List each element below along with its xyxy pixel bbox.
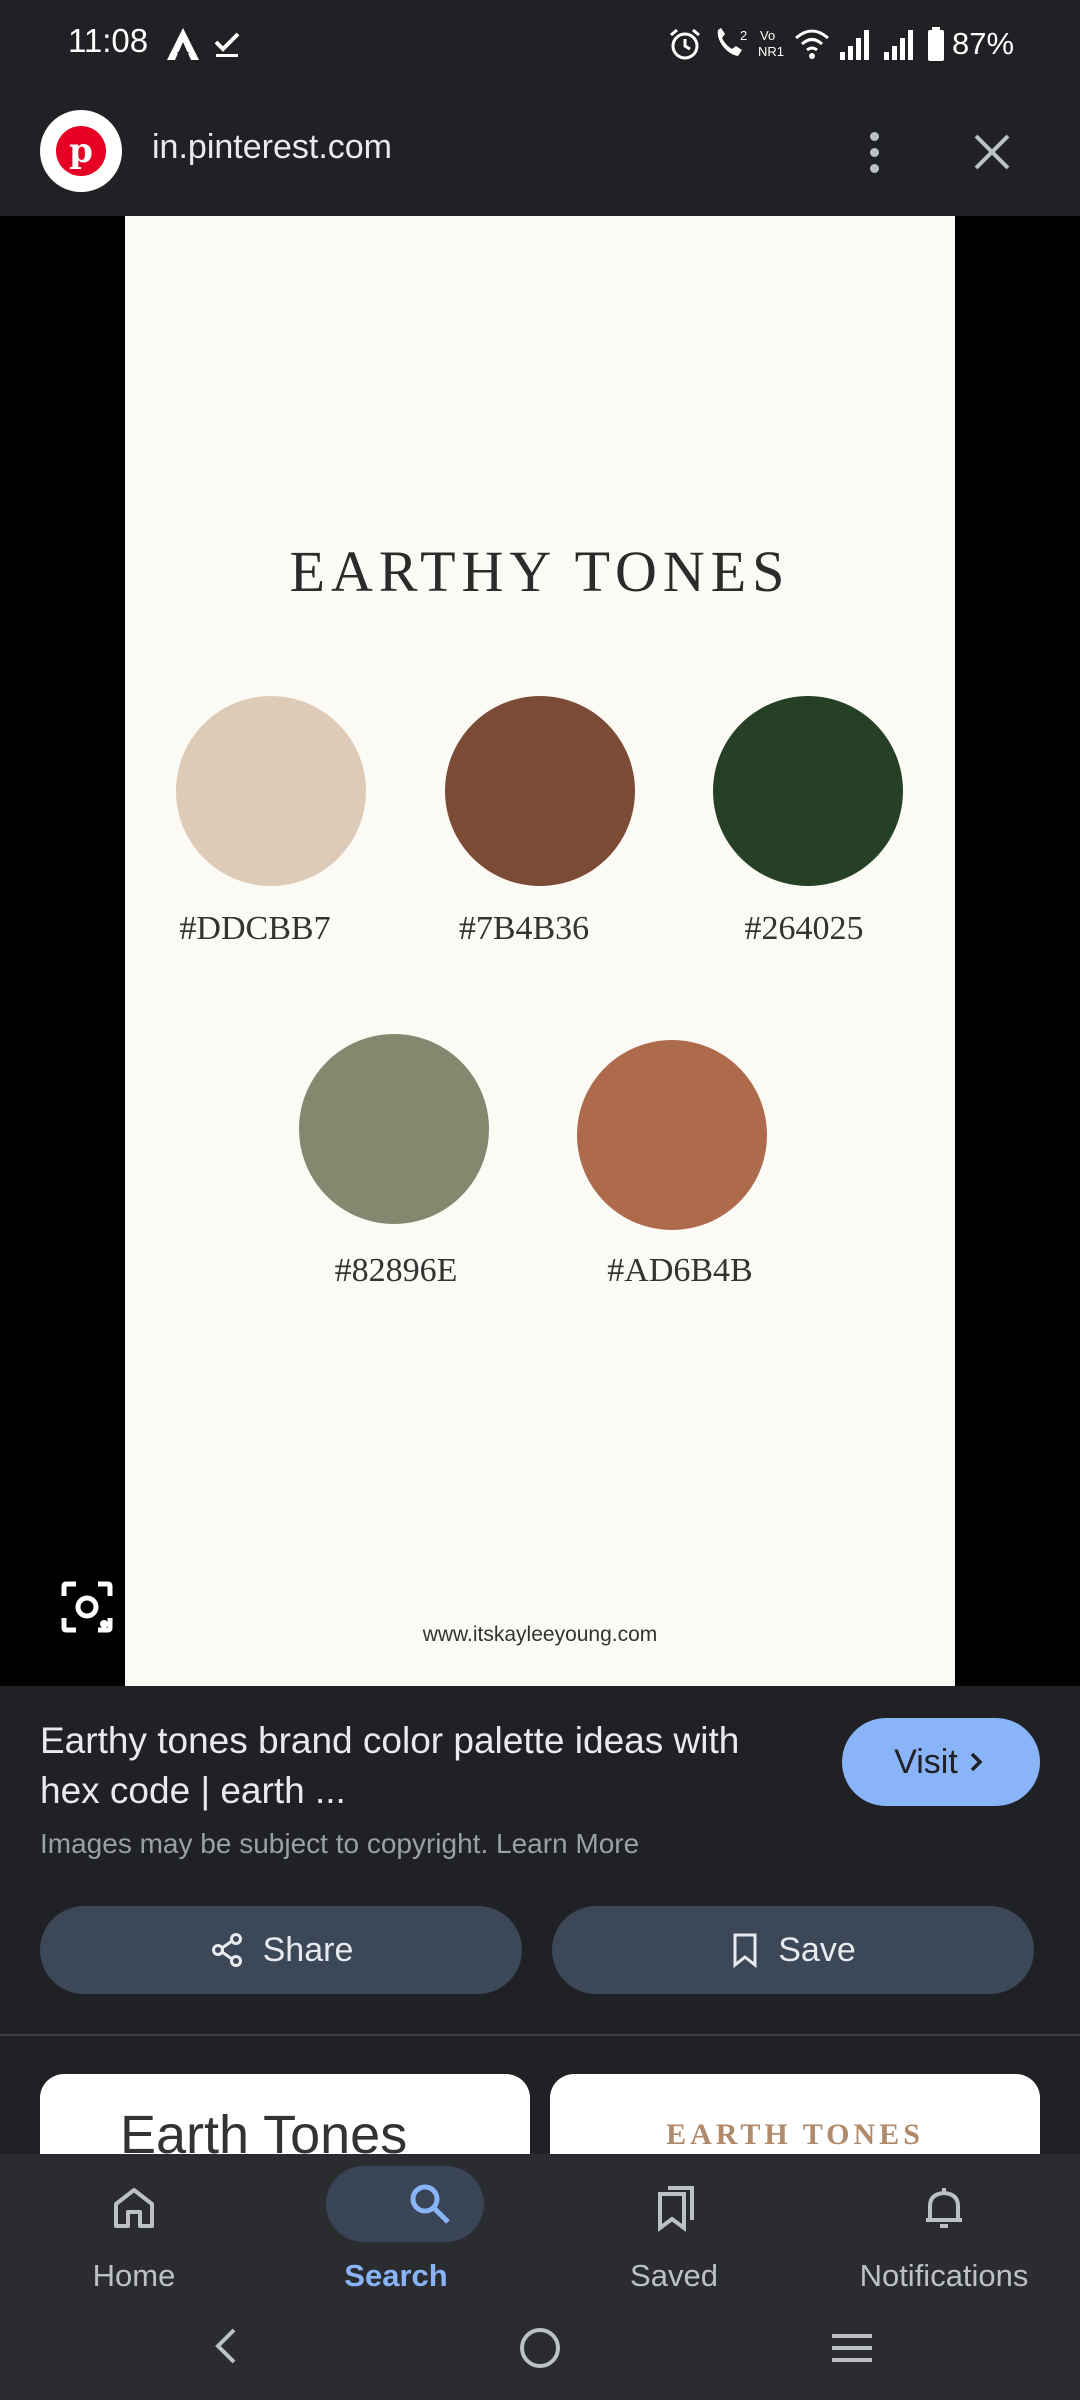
signal-icon: [840, 30, 869, 60]
recents-menu-icon[interactable]: [826, 2328, 878, 2368]
chevron-right-icon: [970, 1752, 983, 1772]
bell-icon: [926, 2188, 962, 2228]
nav-notifications-label: Notifications: [859, 2258, 1029, 2293]
svg-text:Vo: Vo: [760, 28, 775, 43]
copyright-notice[interactable]: Images may be subject to copyright. Lear…: [40, 1828, 639, 1860]
result-title[interactable]: Earthy tones brand color palette ideas w…: [40, 1716, 780, 1816]
pinterest-logo-icon: p: [40, 110, 122, 192]
image-source-url: www.itskayleeyoung.com: [422, 1623, 658, 1646]
signal-icon: [884, 30, 913, 60]
swatch-5-hex: #AD6B4B: [607, 1252, 753, 1289]
logo-letter: p: [56, 126, 106, 176]
nav-saved-label: Saved: [630, 2258, 718, 2293]
app-a-icon: [167, 28, 199, 60]
battery-icon: [928, 27, 944, 61]
visit-label: Visit: [894, 1742, 958, 1781]
status-bar: [0, 0, 1080, 88]
swatch-1-hex: #DDCBB7: [179, 910, 331, 947]
dot: [869, 163, 879, 173]
bookmark-icon: [733, 1933, 757, 1968]
save-button[interactable]: Save: [552, 1906, 1034, 1994]
swatch-4-hex: #82896E: [334, 1252, 458, 1289]
swatch-4: [299, 1034, 489, 1224]
more-options-button[interactable]: [852, 120, 896, 184]
share-icon: [211, 1933, 242, 1967]
search-icon: [410, 2184, 450, 2224]
nav-home[interactable]: Home: [24, 2166, 244, 2306]
check-icon: [214, 32, 240, 57]
nav-search[interactable]: Search: [310, 2166, 530, 2306]
visit-button[interactable]: Visit: [842, 1718, 1040, 1806]
dot: [869, 131, 879, 141]
back-icon[interactable]: [206, 2324, 246, 2368]
site-url[interactable]: in.pinterest.com: [152, 128, 392, 167]
swatch-5: [577, 1040, 767, 1230]
swatch-3: [713, 696, 903, 886]
nav-saved[interactable]: Saved: [564, 2166, 784, 2306]
save-label: Save: [778, 1930, 856, 1969]
lens-search-icon[interactable]: [52, 1572, 122, 1642]
share-label: Share: [262, 1930, 354, 1969]
swatch-2-hex: #7B4B36: [458, 910, 590, 947]
home-icon: [114, 2188, 154, 2228]
divider: [0, 2034, 1080, 2036]
related-result-2[interactable]: EARTH TONES: [550, 2074, 1040, 2154]
saved-collections-icon: [658, 2186, 694, 2232]
nav-home-label: Home: [92, 2258, 176, 2293]
nav-search-label: Search: [344, 2258, 448, 2293]
share-button[interactable]: Share: [40, 1906, 522, 1994]
battery-percentage: 87%: [952, 26, 1015, 61]
close-icon[interactable]: [962, 122, 1022, 182]
swatch-2: [445, 696, 635, 886]
nav-notifications[interactable]: Notifications: [834, 2166, 1054, 2306]
wifi-calling-icon: 2: [717, 28, 747, 56]
home-circle-icon[interactable]: [516, 2324, 564, 2372]
palette-title: EARTHY TONES: [289, 539, 791, 604]
wifi-icon: [795, 29, 829, 59]
alarm-icon: [670, 28, 700, 60]
swatch-1: [176, 696, 366, 886]
status-time: 11:08: [68, 22, 149, 59]
svg-text:NR1: NR1: [758, 44, 784, 59]
related-result-2-text: EARTH TONES: [666, 2118, 924, 2151]
palette-image[interactable]: [125, 216, 955, 1686]
svg-text:2: 2: [740, 28, 747, 43]
swatch-3-hex: #264025: [744, 910, 864, 947]
volte-icon: Vo NR1: [758, 28, 784, 59]
related-result-1-text: Earth Tones: [120, 2105, 408, 2154]
related-result-1[interactable]: Earth Tones: [40, 2074, 530, 2154]
dot: [869, 147, 879, 157]
